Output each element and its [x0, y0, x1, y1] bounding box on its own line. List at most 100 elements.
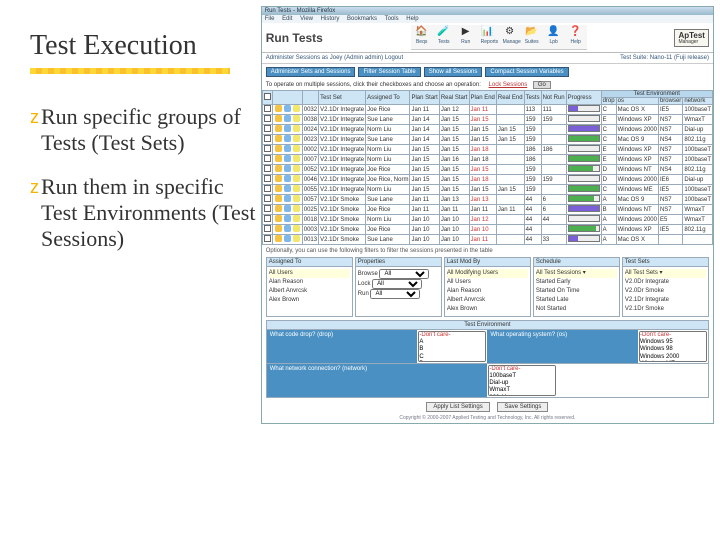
filter-option[interactable]: Albert Anvrcsk [269, 287, 350, 296]
lock-sessions-link[interactable]: Lock Sessions [489, 82, 528, 88]
col-os[interactable]: os [616, 98, 658, 105]
row-actions[interactable] [272, 175, 302, 185]
toolbar-tests-icon[interactable]: 🧪Tests [437, 27, 451, 47]
row-checkbox[interactable] [264, 205, 271, 212]
env-select-network[interactable]: -Don't care-100baseTDial-upWmaxT802.11g [488, 365, 556, 396]
row-id[interactable]: 0038 [302, 115, 318, 125]
browser-menubar[interactable]: File Edit View History Bookmarks Tools H… [262, 15, 713, 23]
menu-item[interactable]: Edit [282, 16, 292, 22]
row-checkbox[interactable] [264, 175, 271, 182]
row-actions[interactable] [272, 105, 302, 115]
apply-settings-button[interactable]: Apply List Settings [426, 402, 489, 412]
filter-option[interactable]: All Modifying Users [447, 269, 528, 278]
col-drop[interactable]: drop [601, 98, 616, 105]
row-actions[interactable] [272, 235, 302, 245]
filter-option[interactable]: Alan Reason [447, 287, 528, 296]
action-button[interactable]: Compact Session Variables [485, 67, 568, 77]
filter-option[interactable]: All Users [447, 278, 528, 287]
row-actions[interactable] [272, 185, 302, 195]
select-all-checkbox[interactable] [264, 93, 271, 100]
row-id[interactable]: 0055 [302, 185, 318, 195]
row-id[interactable]: 0032 [302, 105, 318, 115]
row-actions[interactable] [272, 215, 302, 225]
filter-option[interactable]: Started Late [536, 296, 617, 305]
filter-option[interactable]: V2.1Dr Integrate [625, 296, 706, 305]
row-actions[interactable] [272, 195, 302, 205]
row-id[interactable]: 0024 [302, 125, 318, 135]
filter-option[interactable]: All Test Sessions ▾ [536, 269, 617, 278]
filter-option[interactable]: Not Started [536, 305, 617, 314]
menu-item[interactable]: Help [406, 16, 418, 22]
menu-item[interactable]: Tools [385, 16, 399, 22]
toolbar-reports-icon[interactable]: 📊Reports [481, 27, 495, 47]
row-actions[interactable] [272, 125, 302, 135]
row-checkbox[interactable] [264, 195, 271, 202]
row-id[interactable]: 0018 [302, 215, 318, 225]
row-actions[interactable] [272, 115, 302, 125]
env-select-os[interactable]: -Don't care-Windows 95Windows 98Windows … [639, 331, 707, 362]
menu-item[interactable]: View [300, 16, 313, 22]
save-settings-button[interactable]: Save Settings [497, 402, 548, 412]
row-id[interactable]: 0052 [302, 165, 318, 175]
col-testset[interactable]: Test Set [319, 91, 366, 105]
row-id[interactable]: 0002 [302, 145, 318, 155]
row-id[interactable]: 0013 [302, 235, 318, 245]
row-actions[interactable] [272, 155, 302, 165]
row-id[interactable]: 0025 [302, 205, 318, 215]
toolbar-run-icon[interactable]: ▶Run [459, 27, 473, 47]
toolbar-beqs-icon[interactable]: 🏠Beqs [415, 27, 429, 47]
col-notrun[interactable]: Not Run [541, 91, 566, 105]
row-actions[interactable] [272, 165, 302, 175]
col-realend[interactable]: Real End [496, 91, 524, 105]
col-tests[interactable]: Tests [524, 91, 541, 105]
filter-option[interactable]: Alan Reason [269, 278, 350, 287]
row-checkbox[interactable] [264, 215, 271, 222]
toolbar-suites-icon[interactable]: 📂Suites [525, 27, 539, 47]
menu-item[interactable]: Bookmarks [347, 16, 377, 22]
row-checkbox[interactable] [264, 135, 271, 142]
menu-item[interactable]: History [321, 16, 340, 22]
row-checkbox[interactable] [264, 235, 271, 242]
action-button[interactable]: Show all Sessions [424, 67, 483, 77]
action-button[interactable]: Filter Session Table [358, 67, 420, 77]
filter-option[interactable]: V2.0Dr Smoke [625, 287, 706, 296]
col-planend[interactable]: Plan End [469, 91, 496, 105]
prop-select[interactable]: All [372, 279, 422, 289]
filter-option[interactable]: Alex Brown [447, 305, 528, 314]
toolbar-lpb-icon[interactable]: 👤Lpb [547, 27, 561, 47]
filter-option[interactable]: Alex Brown [269, 296, 350, 305]
filter-option[interactable]: Started Early [536, 278, 617, 287]
filter-option[interactable]: Started On Time [536, 287, 617, 296]
row-checkbox[interactable] [264, 185, 271, 192]
col-browser[interactable]: browser [658, 98, 682, 105]
col-progress[interactable]: Progress [566, 91, 601, 105]
filter-option[interactable]: All Test Sets ▾ [625, 269, 706, 278]
row-id[interactable]: 0023 [302, 135, 318, 145]
row-checkbox[interactable] [264, 145, 271, 152]
env-select-drop[interactable]: -Don't care-ABCDE [418, 331, 486, 362]
col-planstart[interactable]: Plan Start [410, 91, 439, 105]
filter-option[interactable]: V2.1Dr Smoke [625, 305, 706, 314]
filter-option[interactable]: All Users [269, 269, 350, 278]
go-button[interactable]: Go [533, 81, 551, 89]
row-actions[interactable] [272, 135, 302, 145]
row-actions[interactable] [272, 225, 302, 235]
row-checkbox[interactable] [264, 105, 271, 112]
col-assigned[interactable]: Assigned To [366, 91, 410, 105]
row-id[interactable]: 0046 [302, 175, 318, 185]
col-network[interactable]: network [683, 98, 713, 105]
row-checkbox[interactable] [264, 125, 271, 132]
row-id[interactable]: 0057 [302, 195, 318, 205]
row-checkbox[interactable] [264, 225, 271, 232]
row-checkbox[interactable] [264, 115, 271, 122]
filter-option[interactable]: V2.0Dr Integrate [625, 278, 706, 287]
col-realstart[interactable]: Real Start [439, 91, 469, 105]
row-id[interactable]: 0007 [302, 155, 318, 165]
prop-select[interactable]: All [370, 289, 420, 299]
row-id[interactable]: 0003 [302, 225, 318, 235]
action-button[interactable]: Administer Sets and Sessions [266, 67, 356, 77]
row-checkbox[interactable] [264, 165, 271, 172]
filter-option[interactable]: Albert Anvrcsk [447, 296, 528, 305]
row-actions[interactable] [272, 145, 302, 155]
row-actions[interactable] [272, 205, 302, 215]
